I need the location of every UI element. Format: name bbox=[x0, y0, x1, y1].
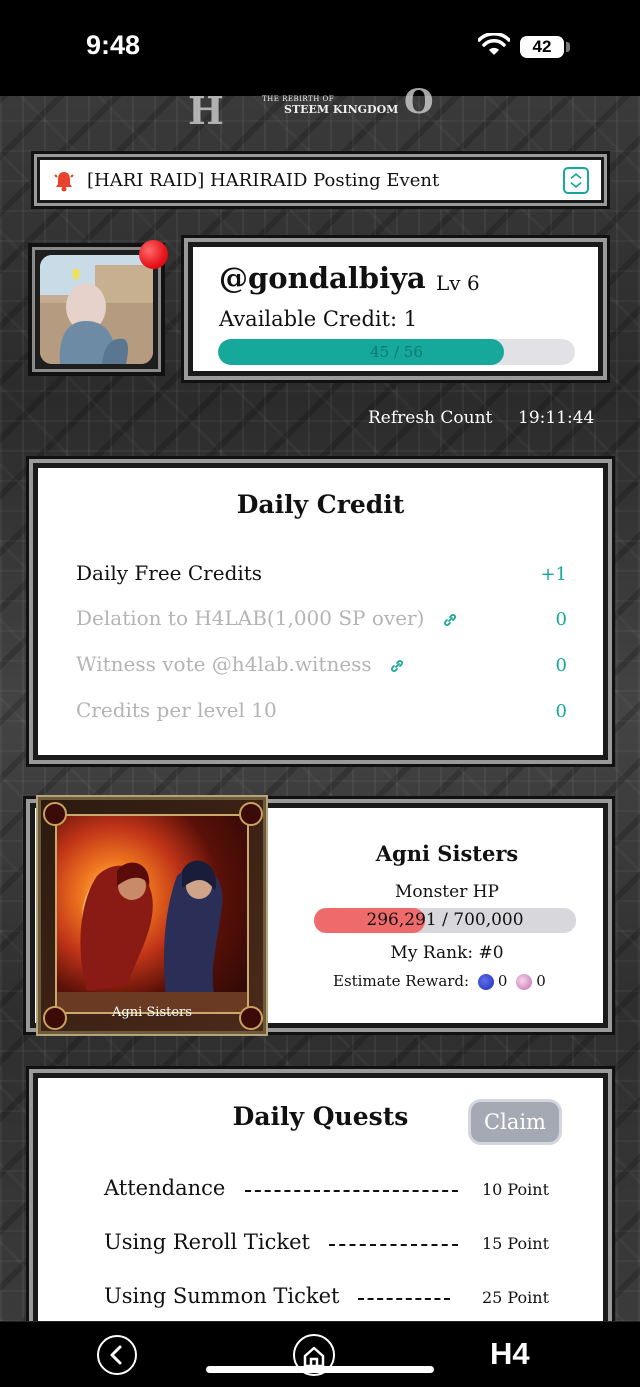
monster-hp-label: Monster HP bbox=[394, 882, 499, 902]
estimate-reward: Estimate Reward: 0 0 bbox=[333, 972, 546, 990]
quest-summon-points: 25 Point bbox=[481, 1288, 549, 1307]
avatar-frame[interactable] bbox=[32, 240, 168, 372]
quest-reroll-points: 15 Point bbox=[481, 1234, 549, 1253]
available-credit: Available Credit: 1 bbox=[219, 307, 418, 331]
flame-emblem-icon bbox=[239, 802, 263, 826]
quest-reroll-label: Using Reroll Ticket bbox=[104, 1230, 310, 1254]
daily-free-credits-label: Daily Free Credits bbox=[76, 561, 263, 585]
refresh-count-label: Refresh Count bbox=[368, 408, 493, 428]
reward-steem-value: 0 bbox=[497, 972, 508, 990]
chevron-up-down-icon[interactable] bbox=[563, 167, 589, 194]
link-icon[interactable] bbox=[443, 613, 457, 627]
link-icon[interactable] bbox=[390, 659, 404, 673]
battery-tip bbox=[566, 42, 570, 52]
user-level: Lv 6 bbox=[436, 271, 480, 295]
battery-icon: 42 bbox=[520, 36, 564, 58]
boss-card[interactable]: Agni Sisters bbox=[38, 797, 266, 1034]
witness-vote-label: Witness vote @h4lab.witness bbox=[76, 652, 372, 676]
user-panel: @gondalbiya Lv 6 Available Credit: 1 45 … bbox=[184, 238, 607, 380]
logo-title: STEEM KINGDOM bbox=[284, 103, 399, 116]
event-label: [HARI RAID] HARIRAID Posting Event bbox=[87, 170, 440, 191]
steem-coin-icon bbox=[477, 974, 494, 990]
daily-quests-panel: Daily Quests Claim Attendance 10 Point U… bbox=[29, 1069, 612, 1347]
monster-hp-bar: 296,291 / 700,000 bbox=[314, 908, 576, 933]
boss-card-name: Agni Sisters bbox=[112, 1005, 192, 1020]
status-bar: 9:48 42 bbox=[0, 0, 640, 96]
raid-boss-panel: Agni Sisters Agni Sisters Monster HP 296… bbox=[26, 797, 612, 1034]
quest-attendance-label: Attendance bbox=[104, 1176, 226, 1200]
estimate-reward-label: Estimate Reward: bbox=[333, 972, 470, 990]
chevron-left-icon bbox=[110, 1345, 122, 1365]
exp-progress-bar: 45 / 56 bbox=[218, 339, 575, 365]
daily-credit-title: Daily Credit bbox=[236, 490, 405, 519]
reward-token-value: 0 bbox=[536, 972, 546, 990]
flame-emblem-icon bbox=[43, 802, 67, 826]
credits-per-level-value: 0 bbox=[555, 701, 567, 722]
dashed-leader bbox=[329, 1244, 458, 1246]
credits-per-level-label: Credits per level 10 bbox=[76, 698, 277, 722]
delegation-row[interactable]: Delation to H4LAB(1,000 SP over) bbox=[76, 606, 457, 630]
avatar-image bbox=[40, 255, 153, 364]
username: @gondalbiya bbox=[219, 261, 426, 295]
quest-summon-label: Using Summon Ticket bbox=[104, 1284, 340, 1308]
boss-illustration bbox=[57, 860, 247, 1012]
quest-attendance-points: 10 Point bbox=[481, 1180, 549, 1199]
home-indicator bbox=[206, 1366, 434, 1373]
dashed-leader bbox=[245, 1190, 458, 1192]
claim-button[interactable]: Claim bbox=[468, 1099, 562, 1145]
logo-subtitle: THE REBIRTH OF bbox=[262, 95, 335, 103]
token-icon bbox=[516, 974, 533, 990]
bottom-nav: H4 bbox=[0, 1321, 640, 1387]
h4-logo-button[interactable]: H4 bbox=[490, 1336, 530, 1372]
avatar bbox=[40, 255, 153, 364]
witness-vote-row[interactable]: Witness vote @h4lab.witness bbox=[76, 652, 404, 676]
logo-letter-o: O bbox=[404, 82, 434, 122]
wifi-icon bbox=[478, 33, 510, 55]
game-logo: H O THE REBIRTH OF STEEM KINGDOM bbox=[0, 82, 640, 133]
logo-letter-h: H bbox=[188, 88, 224, 133]
delegation-label: Delation to H4LAB(1,000 SP over) bbox=[76, 606, 425, 630]
refresh-count-time: 19:11:44 bbox=[518, 408, 595, 428]
back-button[interactable] bbox=[97, 1335, 137, 1375]
daily-free-credits-value: +1 bbox=[540, 564, 567, 585]
monster-hp-value: 296,291 / 700,000 bbox=[366, 910, 524, 930]
dashed-leader bbox=[358, 1298, 450, 1300]
status-time: 9:48 bbox=[86, 30, 141, 60]
daily-credit-panel: Daily Credit Daily Free Credits +1 Delat… bbox=[29, 459, 612, 764]
notification-dot bbox=[139, 240, 168, 269]
delegation-value: 0 bbox=[555, 609, 567, 630]
my-rank: My Rank: #0 bbox=[390, 943, 504, 963]
boss-card-art bbox=[55, 814, 249, 1014]
bell-icon bbox=[54, 172, 74, 192]
witness-vote-value: 0 bbox=[555, 655, 567, 676]
event-selector[interactable]: [HARI RAID] HARIRAID Posting Event bbox=[34, 154, 607, 206]
exp-progress-label: 45 / 56 bbox=[370, 343, 423, 361]
boss-name: Agni Sisters bbox=[375, 841, 519, 866]
